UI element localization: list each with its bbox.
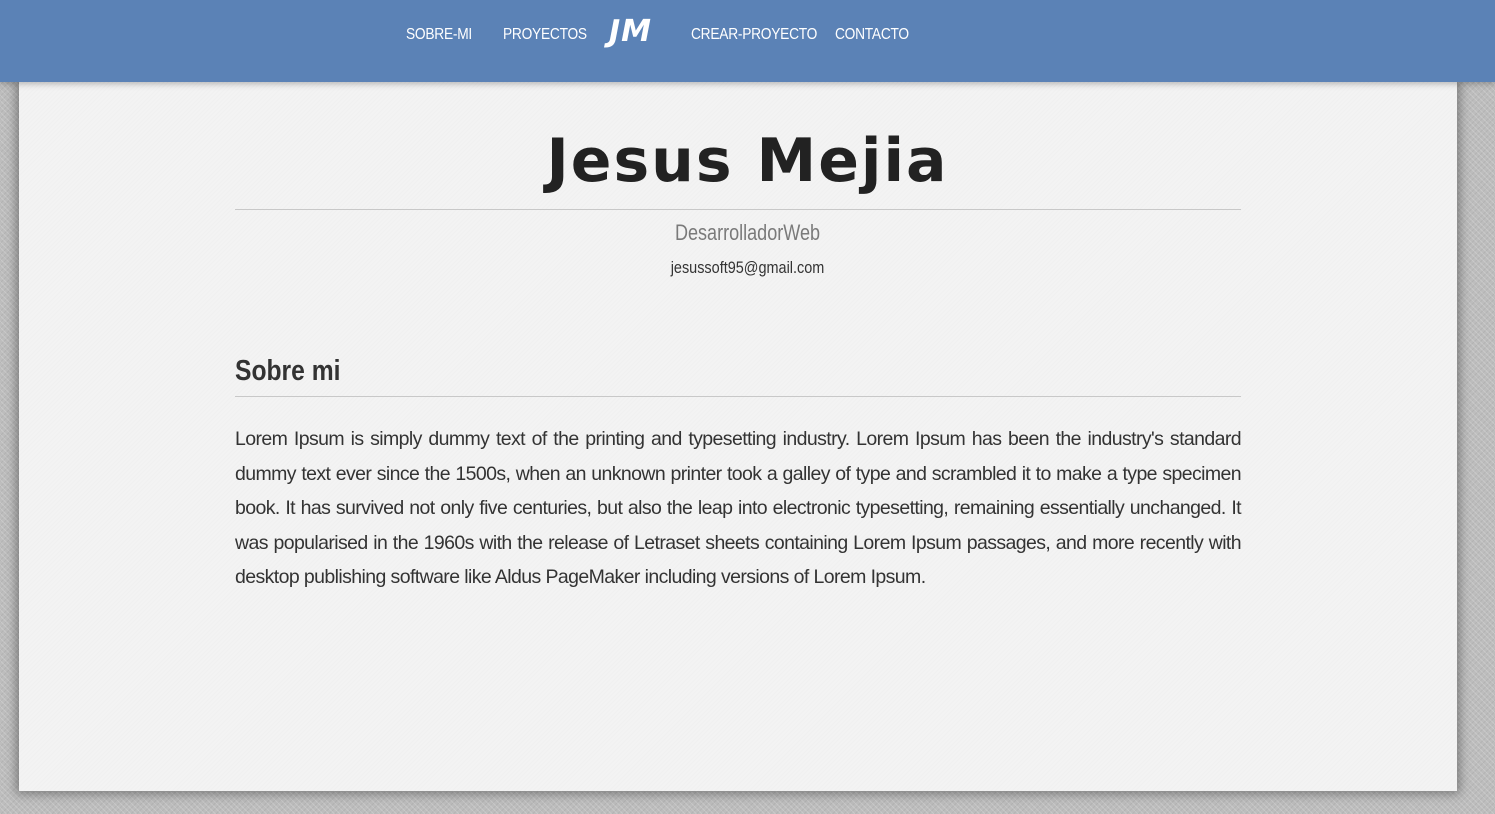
top-navigation-bar: SOBRE-MI PROYECTOS JM CREAR-PROYECTO CON… <box>0 0 1495 82</box>
nav-link-contacto[interactable]: CONTACTO <box>835 26 909 44</box>
nav-link-sobre-mi[interactable]: SOBRE-MI <box>406 26 472 44</box>
hero-role: DesarrolladorWeb <box>674 220 821 245</box>
section-title-sobre-mi: Sobre mi <box>235 355 341 387</box>
hero-name: Jesus Mejia <box>546 126 949 196</box>
section-divider <box>235 396 1241 397</box>
nav-link-crear-proyecto[interactable]: CREAR-PROYECTO <box>691 26 817 44</box>
logo-jm[interactable]: JM <box>609 14 652 49</box>
nav-link-proyectos[interactable]: PROYECTOS <box>503 26 587 44</box>
about-paragraph: Lorem Ipsum is simply dummy text of the … <box>235 428 1242 588</box>
hero-divider <box>235 209 1241 210</box>
hero-email: jesussoft95@gmail.com <box>670 258 825 277</box>
